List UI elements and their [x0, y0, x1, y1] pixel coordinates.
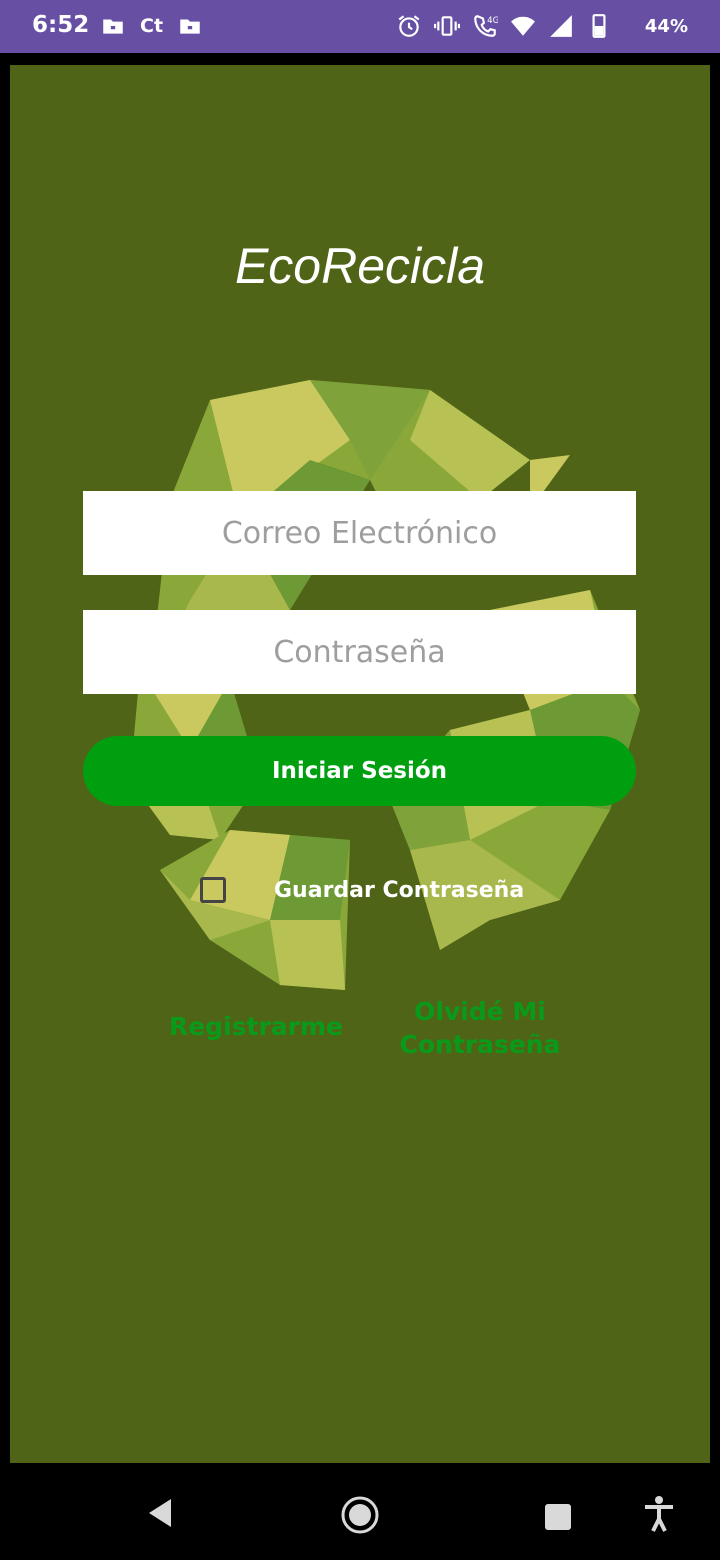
- forgot-password-line1: Olvidé Mi: [414, 997, 546, 1026]
- svg-text:4G: 4G: [487, 16, 498, 26]
- app-title: EcoRecicla: [234, 238, 486, 294]
- folder-icon: [180, 19, 200, 34]
- ct-icon: Ct: [140, 15, 164, 37]
- email-field[interactable]: [83, 491, 636, 575]
- forgot-password-link[interactable]: Olvidé Mi Contraseña: [390, 995, 570, 1061]
- battery-percent: 44%: [644, 16, 688, 37]
- register-link[interactable]: Registrarme: [156, 1010, 356, 1043]
- recycle-logo-icon: [130, 380, 640, 990]
- recents-icon[interactable]: [544, 1503, 572, 1531]
- home-icon[interactable]: [340, 1495, 380, 1535]
- password-field[interactable]: [83, 610, 636, 694]
- accessibility-icon[interactable]: [642, 1495, 676, 1533]
- call-4g-icon: 4G: [474, 15, 498, 37]
- wifi-icon: [511, 16, 535, 36]
- remember-password-label: Guardar Contraseña: [274, 877, 525, 903]
- alarm-icon: [398, 15, 420, 37]
- status-time: 6:52: [32, 12, 90, 38]
- vibrate-icon: [434, 16, 460, 36]
- signal-icon: [550, 15, 572, 37]
- battery-icon: [592, 14, 606, 38]
- remember-password-row[interactable]: Guardar Contraseña: [200, 873, 524, 907]
- back-icon[interactable]: [145, 1495, 173, 1531]
- remember-password-checkbox[interactable]: [200, 877, 226, 903]
- forgot-password-line2: Contraseña: [399, 1030, 561, 1059]
- login-screen: EcoRecicla Iniciar Sesión Guardar Contra…: [10, 65, 710, 1463]
- navigation-bar: [0, 1470, 720, 1560]
- login-button[interactable]: Iniciar Sesión: [83, 736, 636, 806]
- folder-icon: [103, 19, 123, 34]
- status-bar: 6:52 Ct 4G 44%: [0, 0, 720, 53]
